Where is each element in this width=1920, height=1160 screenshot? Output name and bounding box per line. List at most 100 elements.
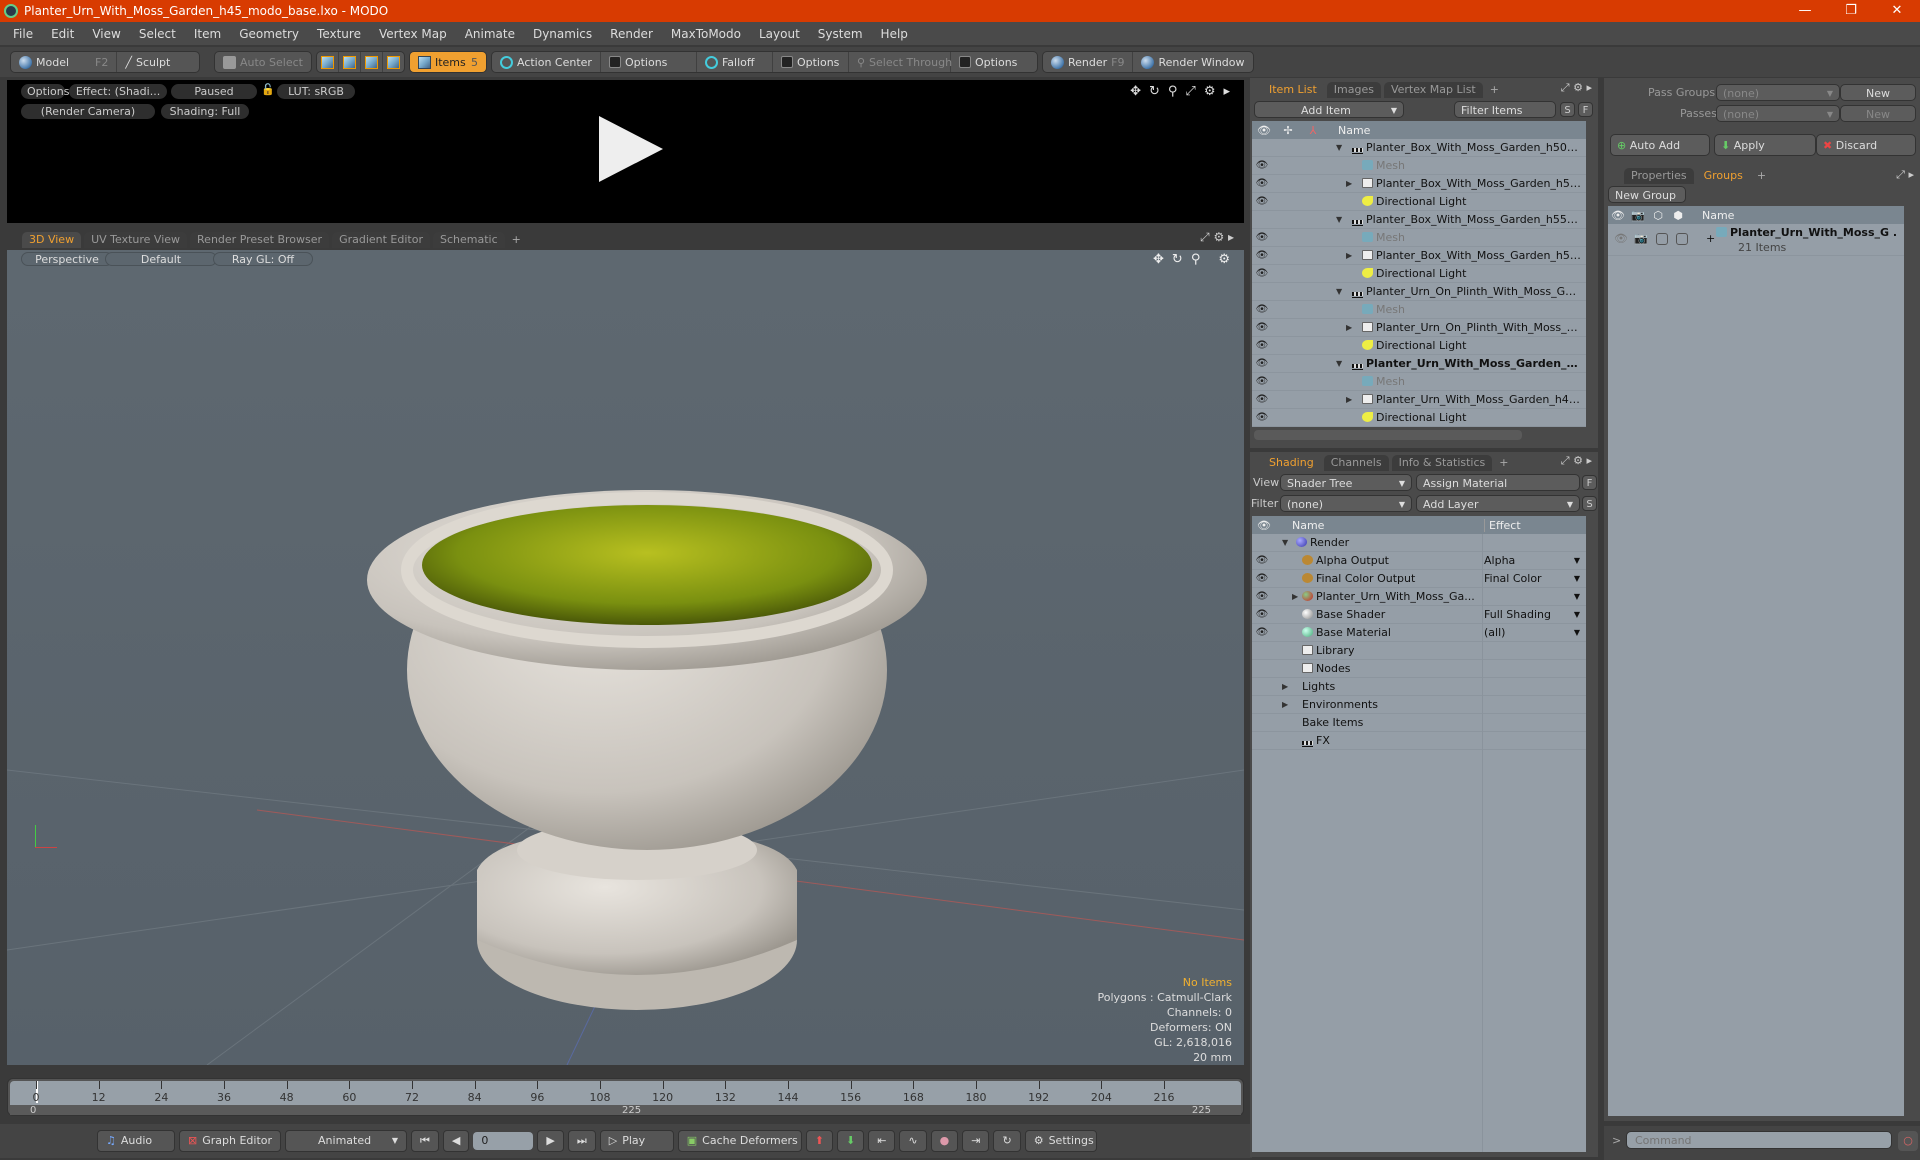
menu-geometry[interactable]: Geometry — [230, 27, 308, 41]
chevron-down-icon[interactable]: ▼ — [1574, 574, 1580, 583]
visibility-toggle[interactable]: 👁 — [1252, 394, 1272, 405]
chevron-down-icon[interactable]: ▼ — [1574, 556, 1580, 565]
name-column-header[interactable]: Name — [1688, 209, 1734, 222]
gear-icon[interactable]: ⚙ — [1204, 84, 1216, 99]
auto-select-button[interactable]: Auto Select — [215, 52, 311, 72]
lock-column-icon[interactable]: ⬡ — [1648, 209, 1668, 222]
current-frame-input[interactable]: 0 — [473, 1132, 534, 1150]
tab-info-statistics[interactable]: Info & Statistics — [1391, 455, 1493, 471]
item-row[interactable]: 👁 Directional Light — [1252, 337, 1586, 355]
visibility-toggle[interactable]: 👁 — [1252, 358, 1272, 369]
new-pass-group-button[interactable]: New — [1840, 84, 1916, 101]
shader-row[interactable]: 👁 Base Shader Full Shading ▼ — [1252, 606, 1586, 624]
tab-item-list[interactable]: Item List — [1262, 82, 1324, 98]
filter-items-input[interactable]: Filter Items — [1454, 101, 1556, 118]
collapse-arrow-icon[interactable]: ▼ — [1336, 359, 1342, 368]
menu-view[interactable]: View — [83, 27, 129, 41]
timeline-range[interactable]: 0 225 225 — [10, 1105, 1241, 1116]
last-frame-button[interactable]: ⏭ — [567, 1130, 596, 1152]
tab-channels[interactable]: Channels — [1323, 455, 1389, 471]
polygons-mode-button[interactable] — [361, 52, 383, 72]
maximize-icon[interactable]: ⤢ — [1561, 81, 1570, 94]
menu-texture[interactable]: Texture — [308, 27, 370, 41]
shader-row[interactable]: ▶ Environments — [1252, 696, 1586, 714]
timeline-ruler[interactable]: 0 12 24 36 48 60 72 84 96 108 120 132 144 156 168 180 19… — [10, 1081, 1241, 1105]
shader-row[interactable]: Bake Items — [1252, 714, 1586, 732]
view-dropdown[interactable]: Shader Tree ▼ — [1280, 474, 1412, 491]
effect-value[interactable]: Final Color — [1484, 572, 1542, 585]
shader-row[interactable]: 👁 ▶ Planter_Urn_With_Moss_Ga... ▼ — [1252, 588, 1586, 606]
select-through-options-button[interactable]: Options — [951, 52, 1037, 72]
filter-f-button[interactable]: F — [1578, 102, 1593, 117]
lock-icon[interactable]: 🔓 — [261, 83, 275, 96]
item-row[interactable]: ▼ Planter_Box_With_Moss_Garden_h55_mo ... — [1252, 211, 1586, 229]
command-input[interactable] — [1626, 1131, 1892, 1149]
auto-add-button[interactable]: ⊕ Auto Add — [1610, 134, 1710, 156]
edges-mode-button[interactable] — [339, 52, 361, 72]
render-column-icon[interactable]: 📷 — [1628, 209, 1648, 222]
prev-key-button[interactable]: ⇤ — [868, 1130, 896, 1152]
items-mode-button[interactable]: Items 5 — [409, 52, 486, 72]
visibility-toggle[interactable]: 👁 — [1252, 412, 1272, 423]
camera-dropdown[interactable]: (Render Camera) — [21, 104, 155, 119]
chevron-down-icon[interactable]: ▼ — [1574, 592, 1580, 601]
item-row[interactable]: 👁 ▶ Planter_Urn_With_Moss_Garden_h45 (2) — [1252, 391, 1586, 409]
minimize-button[interactable]: — — [1782, 0, 1828, 22]
visibility-toggle[interactable]: 👁 — [1614, 232, 1628, 245]
axis-column-icon[interactable]: ⅄ — [1300, 124, 1326, 137]
horizontal-scrollbar[interactable] — [1254, 430, 1522, 440]
animation-mode-dropdown[interactable]: Animated ▼ — [285, 1130, 408, 1152]
visibility-toggle[interactable]: 👁 — [1252, 591, 1272, 602]
tab-3d-view[interactable]: 3D View — [22, 232, 82, 248]
maximize-icon[interactable]: ⤢ — [1561, 454, 1570, 467]
collapse-arrow-icon[interactable]: ▼ — [1336, 287, 1342, 296]
expand-arrow-icon[interactable]: ▸ — [1228, 230, 1234, 244]
menu-animate[interactable]: Animate — [456, 27, 524, 41]
maximize-icon[interactable]: ⤢ — [1185, 84, 1195, 99]
key-upload-button[interactable]: ⬆ — [805, 1130, 833, 1152]
visibility-toggle[interactable]: 👁 — [1252, 232, 1272, 243]
record-button[interactable]: ● — [930, 1130, 959, 1152]
effect-column-header[interactable]: Effect — [1484, 518, 1521, 532]
shader-row[interactable]: FX — [1252, 732, 1586, 750]
expand-arrow-icon[interactable]: ▶ — [1282, 700, 1288, 709]
sculpt-mode-button[interactable]: ╱ Sculpt — [117, 52, 178, 72]
visibility-toggle[interactable]: 👁 — [1252, 250, 1272, 261]
vertices-mode-button[interactable] — [317, 52, 339, 72]
visibility-toggle[interactable]: 👁 — [1252, 376, 1272, 387]
assign-material-button[interactable]: Assign Material — [1416, 474, 1580, 491]
falloff-button[interactable]: Falloff — [697, 52, 773, 72]
shader-row[interactable]: Nodes — [1252, 660, 1586, 678]
expand-arrow-icon[interactable]: ▸ — [1223, 84, 1230, 99]
visibility-toggle[interactable]: 👁 — [1252, 196, 1272, 207]
pause-toggle[interactable]: Paused — [171, 84, 257, 99]
close-button[interactable]: ✕ — [1874, 0, 1920, 22]
menu-file[interactable]: File — [4, 27, 42, 41]
collapse-arrow-icon[interactable]: ▼ — [1336, 143, 1342, 152]
expand-arrow-icon[interactable]: ▶ — [1346, 323, 1352, 332]
item-row[interactable]: 👁 Directional Light — [1252, 265, 1586, 283]
f-button[interactable]: F — [1582, 475, 1597, 490]
render-toggle[interactable]: 📷 — [1634, 232, 1648, 245]
s-button[interactable]: S — [1582, 496, 1597, 511]
effect-value[interactable]: Full Shading — [1484, 608, 1551, 621]
lock-toggle[interactable] — [1656, 233, 1668, 245]
filter-dropdown[interactable]: (none) ▼ — [1280, 495, 1412, 512]
menu-select[interactable]: Select — [130, 27, 185, 41]
play-render-icon[interactable] — [599, 116, 663, 182]
visibility-toggle[interactable]: 👁 — [1252, 555, 1272, 566]
menu-layout[interactable]: Layout — [750, 27, 809, 41]
item-row[interactable]: 👁 Directional Light — [1252, 409, 1586, 427]
expand-arrow-icon[interactable]: ▶ — [1292, 592, 1298, 601]
visibility-column-icon[interactable]: 👁 — [1608, 209, 1628, 222]
audio-button[interactable]: ♫ Audio — [97, 1130, 175, 1152]
cache-deformers-button[interactable]: ▣ Cache Deformers — [677, 1130, 802, 1152]
item-row[interactable]: 👁 ▶ Planter_Box_With_Moss_Garden_h55 (2) — [1252, 247, 1586, 265]
expand-arrow-icon[interactable]: ▸ — [1908, 168, 1914, 181]
tab-schematic[interactable]: Schematic — [433, 232, 505, 248]
visibility-toggle[interactable]: 👁 — [1252, 160, 1272, 171]
tab-vertex-map-list[interactable]: Vertex Map List — [1383, 82, 1483, 98]
effect-dropdown[interactable]: Effect: (Shadi... — [69, 84, 167, 99]
tab-shading[interactable]: Shading — [1262, 455, 1321, 471]
effect-value[interactable]: (all) — [1484, 626, 1505, 639]
